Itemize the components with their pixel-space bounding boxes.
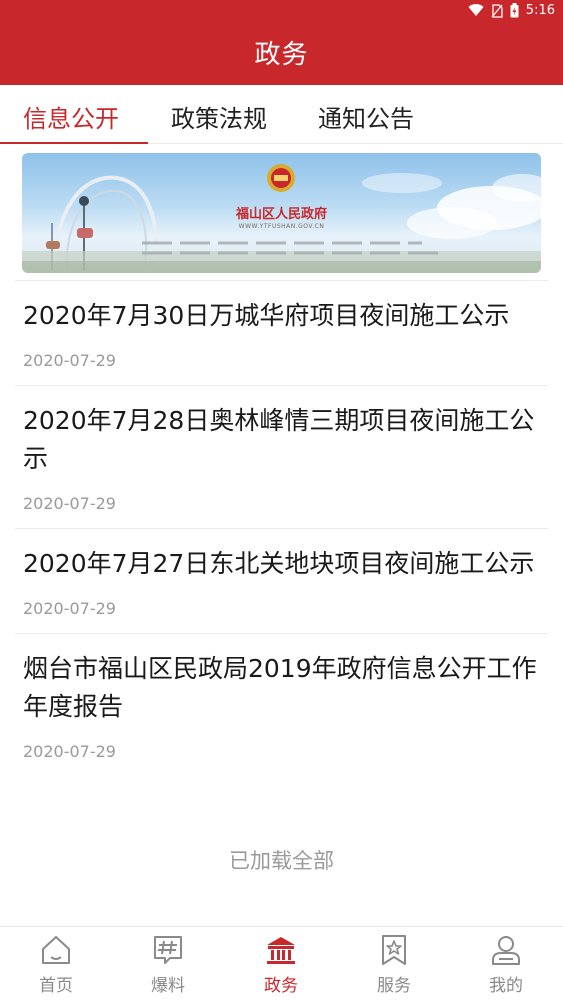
nav-services-label: 服务 xyxy=(377,976,411,996)
tab-policy-regulations[interactable]: 政策法规 xyxy=(171,99,267,134)
page-title: 政务 xyxy=(254,40,309,70)
government-building-icon xyxy=(264,933,298,967)
list-item[interactable]: 2020年7月27日东北关地块项目夜间施工公示 2020-07-29 xyxy=(15,528,548,633)
list-item[interactable]: 烟台市福山区民政局2019年政府信息公开工作年度报告 2020-07-29 xyxy=(15,633,548,776)
nav-government[interactable]: 政务 xyxy=(241,933,321,996)
list-item[interactable]: 2020年7月30日万城华府项目夜间施工公示 2020-07-29 xyxy=(15,280,548,385)
article-date: 2020-07-29 xyxy=(23,599,116,618)
hashtag-chat-icon xyxy=(151,933,185,967)
nav-profile[interactable]: 我的 xyxy=(466,933,546,996)
article-list: 2020年7月30日万城华府项目夜间施工公示 2020-07-29 2020年7… xyxy=(0,280,563,776)
list-item[interactable]: 2020年7月28日奥林峰情三期项目夜间施工公示 2020-07-29 xyxy=(15,385,548,528)
article-date: 2020-07-29 xyxy=(23,351,116,370)
nav-report[interactable]: 爆料 xyxy=(128,933,208,996)
article-title: 烟台市福山区民政局2019年政府信息公开工作年度报告 xyxy=(23,654,537,721)
app-bar: 政务 xyxy=(0,24,563,85)
banner-title: 福山区人民政府 xyxy=(235,207,327,222)
user-icon xyxy=(489,933,523,967)
wifi-icon xyxy=(468,4,484,17)
status-time: 5:16 xyxy=(525,3,555,18)
status-icons: 5:16 xyxy=(468,3,555,18)
tab-notices[interactable]: 通知公告 xyxy=(318,99,414,134)
nav-services[interactable]: 服务 xyxy=(354,933,434,996)
tab-info-disclosure[interactable]: 信息公开 xyxy=(23,99,119,134)
home-icon xyxy=(39,933,73,967)
banner-image[interactable]: 福山区人民政府 WWW.YTFUSHAN.GOV.CN xyxy=(22,153,541,273)
active-tab-indicator xyxy=(0,142,148,144)
tab-bar: 信息公开 政策法规 通知公告 xyxy=(0,85,563,145)
list-end-message: 已加载全部 xyxy=(229,849,334,873)
nav-home[interactable]: 首页 xyxy=(16,933,96,996)
article-date: 2020-07-29 xyxy=(23,742,116,761)
article-date: 2020-07-29 xyxy=(23,494,116,513)
nav-report-label: 爆料 xyxy=(151,976,185,996)
battery-charging-icon xyxy=(510,3,519,18)
status-bar: 5:16 xyxy=(0,0,563,24)
nav-home-label: 首页 xyxy=(39,976,73,996)
star-bookmark-icon xyxy=(377,933,411,967)
article-title: 2020年7月30日万城华府项目夜间施工公示 xyxy=(23,301,510,330)
banner-url: WWW.YTFUSHAN.GOV.CN xyxy=(238,223,325,230)
article-title: 2020年7月28日奥林峰情三期项目夜间施工公示 xyxy=(23,406,535,473)
nav-government-label: 政务 xyxy=(264,976,298,996)
article-title: 2020年7月27日东北关地块项目夜间施工公示 xyxy=(23,549,535,578)
nav-profile-label: 我的 xyxy=(489,976,523,996)
bottom-nav: 首页 爆料 政务 服务 我的 xyxy=(0,926,563,1000)
no-sim-icon xyxy=(491,3,503,18)
